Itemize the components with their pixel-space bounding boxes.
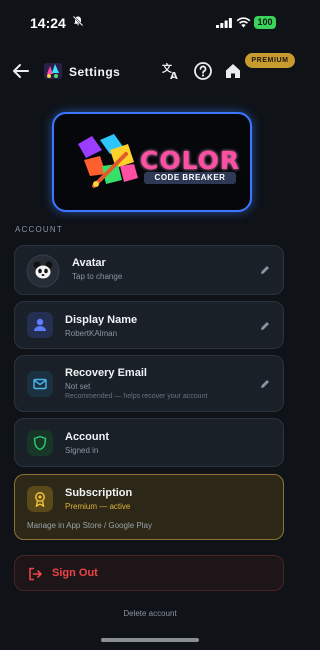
subscription-status: Premium — active [65,502,131,511]
subscription-title: Subscription [65,487,133,499]
logo-card: COLOR CODE BREAKER [52,112,252,212]
home-icon[interactable] [223,61,243,81]
status-time: 14:24 [30,15,66,31]
recovery-email-note: Recommended — helps recover your account [65,393,208,400]
signal-icon [216,18,232,28]
avatar-row[interactable]: Avatar Tap to change [14,245,284,295]
battery-indicator: 100 [254,16,276,29]
bell-slash-icon [72,15,84,27]
page-title: Settings [69,65,121,79]
person-icon [27,312,53,338]
avatar-subtitle: Tap to change [72,272,123,281]
avatar-title: Avatar [72,257,106,269]
delete-account-link[interactable]: Delete account [0,609,300,618]
premium-badge: PREMIUM [245,53,295,68]
app-icon [44,63,62,79]
display-name-title: Display Name [65,314,138,326]
logo-subtitle: CODE BREAKER [144,172,236,184]
help-icon[interactable] [193,61,213,81]
envelope-icon [27,371,53,397]
recovery-email-row[interactable]: Recovery Email Not set Recommended — hel… [14,355,284,412]
sign-out-icon [29,567,42,581]
status-bar: 14:24 100 [0,0,300,44]
medal-icon [27,486,53,512]
pencil-icon[interactable] [259,378,271,390]
display-name-row[interactable]: Display Name RobertKAlman [14,301,284,349]
sign-out-button[interactable]: Sign Out [14,555,284,591]
display-name-value: RobertKAlman [65,329,118,338]
home-indicator [101,638,199,642]
wifi-icon [236,17,251,28]
account-row[interactable]: Account Signed in [14,418,284,467]
back-arrow-icon[interactable] [10,61,32,81]
recovery-email-value: Not set [65,382,91,391]
subscription-card[interactable]: Subscription Premium — active Manage in … [14,474,284,540]
svg-text:A: A [170,71,178,81]
account-status: Signed in [65,446,99,455]
translate-icon[interactable]: 文 A [161,61,181,81]
pencil-icon[interactable] [259,264,271,276]
account-title: Account [65,431,109,443]
panda-icon [26,254,60,288]
sign-out-label: Sign Out [52,567,98,579]
recovery-email-title: Recovery Email [65,367,147,379]
shield-icon [27,430,53,456]
subscription-manage-note: Manage in App Store / Google Play [27,521,152,530]
pencil-icon[interactable] [259,320,271,332]
logo-title: COLOR [140,146,241,175]
section-label-account: ACCOUNT [15,225,63,234]
